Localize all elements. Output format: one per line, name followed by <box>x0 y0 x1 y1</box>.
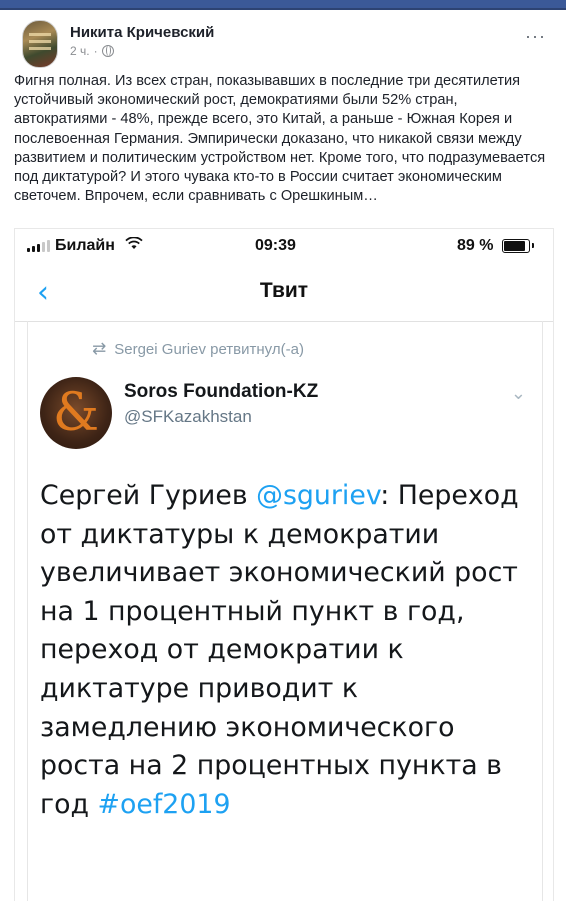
chevron-down-icon[interactable]: ⌄ <box>511 383 526 404</box>
tweet-text: Сергей Гуриев @sguriev: Переход от дикта… <box>40 477 534 824</box>
signal-icon <box>27 240 50 252</box>
retweeted-by[interactable]: Sergei Guriev ретвитнул(-а) <box>114 341 304 358</box>
more-options-icon[interactable]: ··· <box>525 26 546 47</box>
retweet-context: ⇄ Sergei Guriev ретвитнул(-а) <box>92 339 304 359</box>
battery-percent: 89 % <box>457 237 494 254</box>
tweet-author-handle[interactable]: @SFKazakhstan <box>124 407 252 427</box>
wifi-icon <box>125 236 143 254</box>
facebook-top-bar <box>0 0 566 10</box>
tweet-nav-bar: ‹ Твит <box>15 265 553 322</box>
tweet-text-start: Сергей Гуриев <box>40 480 257 511</box>
phone-status-bar: Билайн 09:39 89 % <box>15 229 553 263</box>
post-header: Никита Кричевский 2 ч. · ··· <box>0 10 566 72</box>
embedded-screenshot[interactable]: Билайн 09:39 89 % ‹ Твит ⇄ Sergei Guriev… <box>14 228 554 901</box>
post-time[interactable]: 2 ч. <box>70 44 90 58</box>
tweet-author-avatar[interactable] <box>40 377 112 449</box>
author-name[interactable]: Никита Кричевский <box>70 24 214 41</box>
globe-icon <box>101 45 114 57</box>
meta-separator: · <box>93 44 98 58</box>
tweet-text-rest: : Переход от диктатуры к демократии увел… <box>40 480 519 820</box>
author-avatar[interactable] <box>22 20 58 68</box>
hashtag-link[interactable]: #oef2019 <box>98 789 231 820</box>
carrier-name: Билайн <box>55 237 115 254</box>
tweet-author-name[interactable]: Soros Foundation-KZ <box>124 381 318 403</box>
mention-link[interactable]: @sguriev <box>256 480 380 511</box>
tweet-card: ⇄ Sergei Guriev ретвитнул(-а) Soros Foun… <box>27 321 543 901</box>
post-text: Фигня полная. Из всех стран, показывавши… <box>14 73 546 205</box>
battery-icon <box>502 239 534 253</box>
retweet-icon: ⇄ <box>92 339 107 359</box>
post-meta: 2 ч. · <box>70 44 114 58</box>
nav-title: Твит <box>259 279 309 302</box>
phone-clock: 09:39 <box>255 237 296 254</box>
